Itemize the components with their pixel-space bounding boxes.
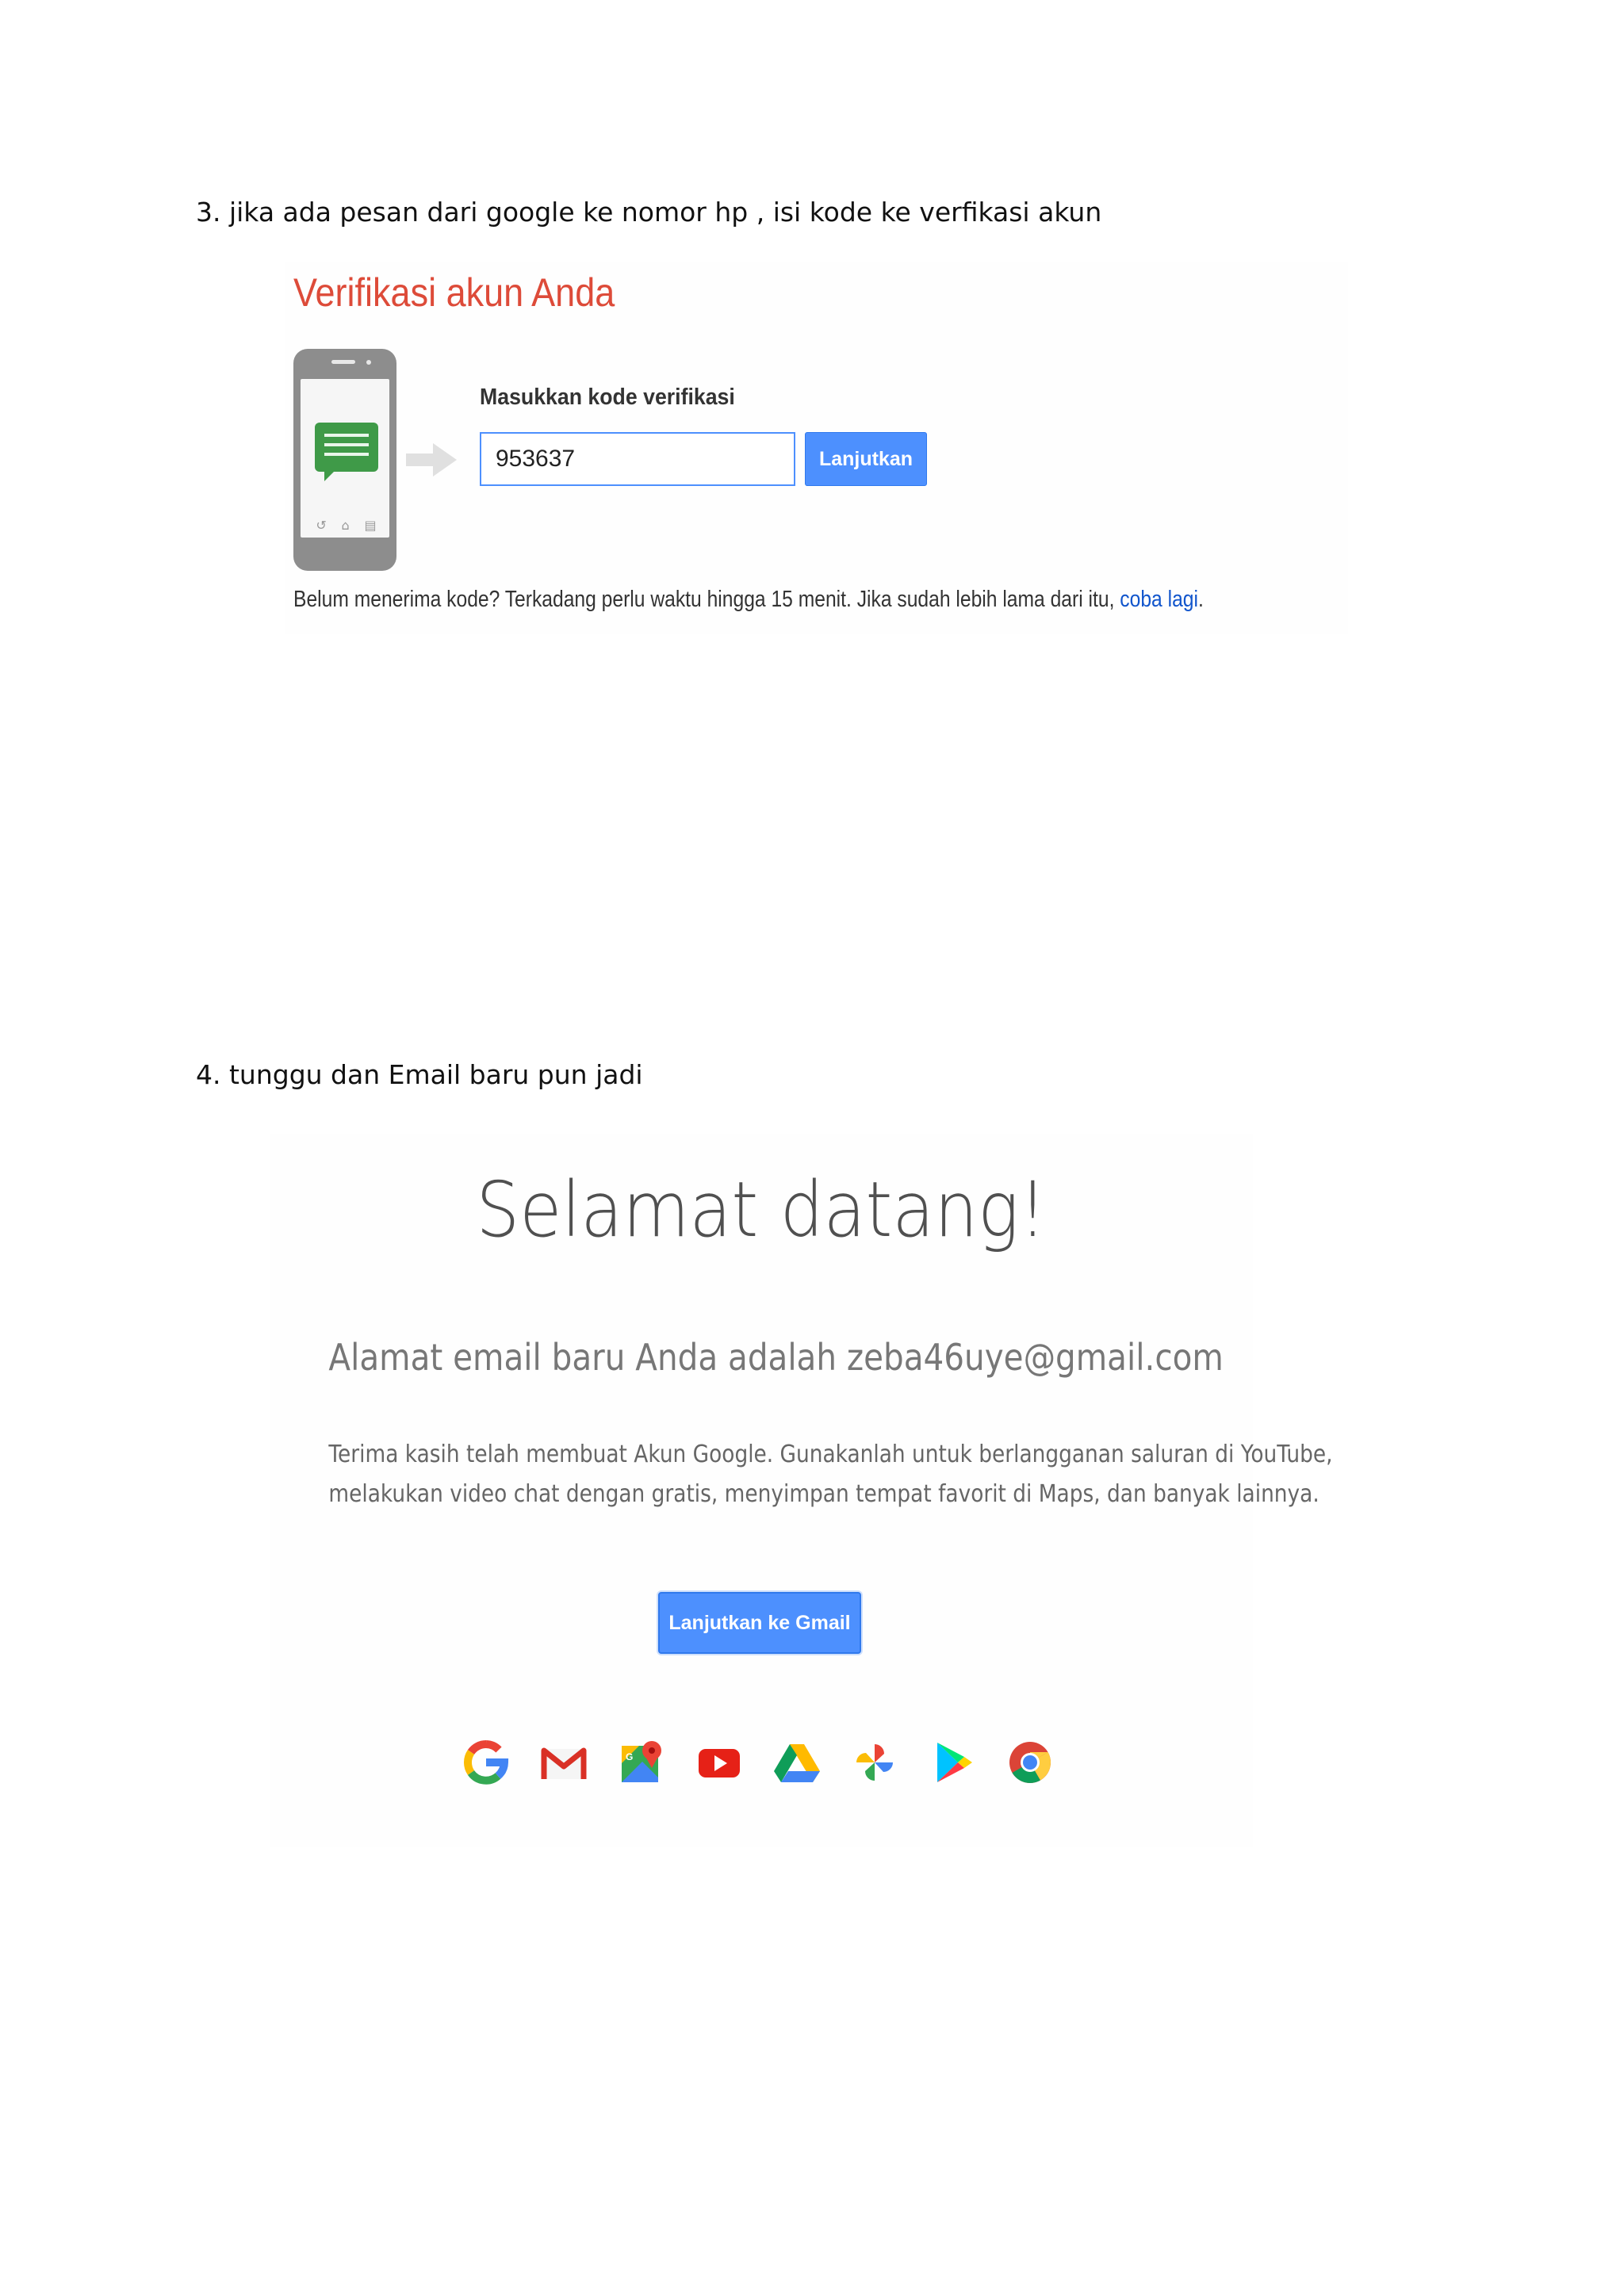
drive-icon [774, 1744, 820, 1782]
step4-instruction: 4. tunggu dan Email baru pun jadi [196, 1059, 643, 1090]
phone-nav-icons: ↺ ⌂ ▤ [316, 518, 377, 533]
step3-instruction: 3. jika ada pesan dari google ke nomor h… [196, 197, 1102, 228]
continue-button[interactable]: Lanjutkan [805, 432, 927, 486]
play-store-icon [937, 1743, 972, 1782]
phone-earpiece [331, 360, 355, 364]
welcome-screenshot: Selamat datang! Alamat email baru Anda a… [270, 1134, 1333, 1847]
message-bubble-icon [315, 423, 378, 472]
new-email-address: Alamat email baru Anda adalah zeba46uye@… [328, 1336, 1224, 1379]
retry-link[interactable]: coba lagi [1120, 587, 1198, 612]
phone-icon: ↺ ⌂ ▤ [293, 349, 396, 571]
continue-to-gmail-button[interactable]: Lanjutkan ke Gmail [658, 1592, 861, 1654]
verification-code-input[interactable] [480, 432, 795, 486]
maps-icon: G [622, 1741, 661, 1782]
welcome-description-line2: melakukan video chat dengan gratis, meny… [328, 1480, 1320, 1508]
chrome-icon [1009, 1742, 1051, 1783]
welcome-description: Terima kasih telah membuat Akun Google. … [328, 1435, 1333, 1514]
svg-text:G: G [626, 1751, 633, 1762]
phone-screen: ↺ ⌂ ▤ [301, 379, 389, 538]
google-g-icon [464, 1739, 509, 1785]
google-apps-row: G [460, 1736, 1063, 1792]
code-label: Masukkan kode verifikasi [480, 385, 735, 410]
verification-screenshot: Verifikasi akun Anda ↺ ⌂ ▤ Masukkan kode v… [285, 262, 1348, 634]
photos-icon [856, 1744, 893, 1781]
resend-message: Belum menerima kode? Terkadang perlu wak… [293, 587, 1204, 613]
welcome-description-line1: Terima kasih telah membuat Akun Google. … [328, 1441, 1333, 1468]
resend-text: Belum menerima kode? Terkadang perlu wak… [293, 587, 1120, 612]
welcome-title: Selamat datang! [476, 1165, 1047, 1254]
verification-title: Verifikasi akun Anda [293, 270, 615, 315]
phone-camera [366, 360, 371, 365]
gmail-icon [541, 1747, 587, 1779]
arrow-right-icon [406, 443, 457, 476]
youtube-icon [699, 1749, 740, 1777]
resend-period: . [1197, 587, 1204, 612]
